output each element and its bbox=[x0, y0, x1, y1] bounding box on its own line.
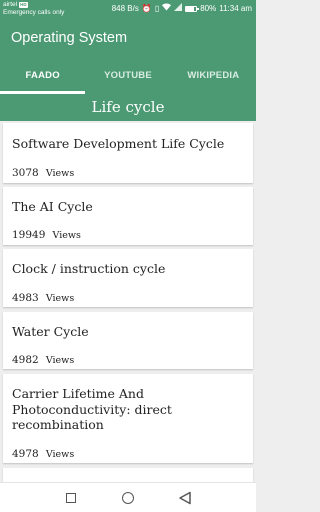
item-views: 19949 Views bbox=[12, 223, 81, 242]
battery-percent: 80% bbox=[200, 3, 217, 13]
tab-bar: FAADO YOUTUBE WIKIPEDIA bbox=[0, 60, 256, 94]
hd-badge: HD bbox=[19, 2, 28, 8]
views-count: 19949 bbox=[12, 229, 46, 241]
battery-fill bbox=[186, 6, 195, 11]
views-count: 4978 bbox=[12, 448, 39, 460]
list-item[interactable]: Water Cycle 4982 Views bbox=[3, 312, 253, 369]
emergency-text: Emergency calls only bbox=[3, 9, 65, 16]
list-item[interactable]: The AI Cycle 19949 Views bbox=[3, 187, 253, 245]
tab-youtube[interactable]: YOUTUBE bbox=[85, 60, 170, 94]
wifi-icon bbox=[162, 3, 172, 14]
item-views: 4982 Views bbox=[12, 348, 74, 367]
battery-icon bbox=[185, 5, 200, 12]
tab-wikipedia[interactable]: WIKIPEDIA bbox=[171, 60, 256, 94]
carrier-name: airtel bbox=[3, 1, 18, 8]
views-count: 3078 bbox=[12, 167, 39, 179]
item-title: Software Development Life Cycle bbox=[12, 136, 225, 151]
back-triangle-icon[interactable] bbox=[177, 490, 193, 506]
status-left: airtel HD Emergency calls only bbox=[3, 1, 64, 17]
list-item[interactable]: Carrier Lifetime And Photoconductivity: … bbox=[3, 374, 253, 463]
tab-faado[interactable]: FAADO bbox=[0, 60, 86, 94]
signal-icon bbox=[174, 3, 183, 14]
views-count: 4983 bbox=[12, 292, 39, 304]
list-item[interactable]: Clock / instruction cycle 4983 Views bbox=[3, 249, 253, 307]
alarm-icon: ⏰ bbox=[141, 3, 152, 13]
status-right: 848 B/s ⏰ ▯ 80% 11:34 am bbox=[112, 3, 252, 14]
app-bar: Operating System bbox=[0, 18, 256, 60]
item-title: Clock / instruction cycle bbox=[12, 261, 166, 276]
item-title: Water Cycle bbox=[12, 324, 89, 339]
home-circle-icon[interactable] bbox=[120, 490, 136, 506]
list-item[interactable]: Software Development Life Cycle 3078 Vie… bbox=[3, 123, 253, 183]
app-title: Operating System bbox=[11, 30, 128, 46]
vibrate-icon: ▯ bbox=[154, 3, 160, 13]
views-label: Views bbox=[45, 449, 75, 460]
status-bar: airtel HD Emergency calls only 848 B/s ⏰… bbox=[0, 0, 256, 18]
clock: 11:34 am bbox=[219, 3, 252, 13]
section-header: Life cycle bbox=[0, 94, 256, 121]
item-title: The AI Cycle bbox=[12, 199, 93, 214]
carrier-row: airtel HD bbox=[3, 1, 64, 9]
system-nav-bar bbox=[0, 482, 256, 512]
item-views: 4983 Views bbox=[12, 286, 74, 305]
item-title: Carrier Lifetime And Photoconductivity: … bbox=[12, 386, 172, 432]
views-label: Views bbox=[45, 168, 75, 179]
network-speed: 848 B/s bbox=[111, 3, 139, 13]
views-label: Views bbox=[52, 230, 81, 241]
views-count: 4982 bbox=[12, 354, 39, 366]
views-label: Views bbox=[45, 355, 75, 366]
item-views: 3078 Views bbox=[12, 161, 74, 180]
item-views: 4978 Views bbox=[12, 442, 74, 461]
views-label: Views bbox=[45, 293, 75, 304]
recents-square-icon[interactable] bbox=[63, 490, 79, 506]
